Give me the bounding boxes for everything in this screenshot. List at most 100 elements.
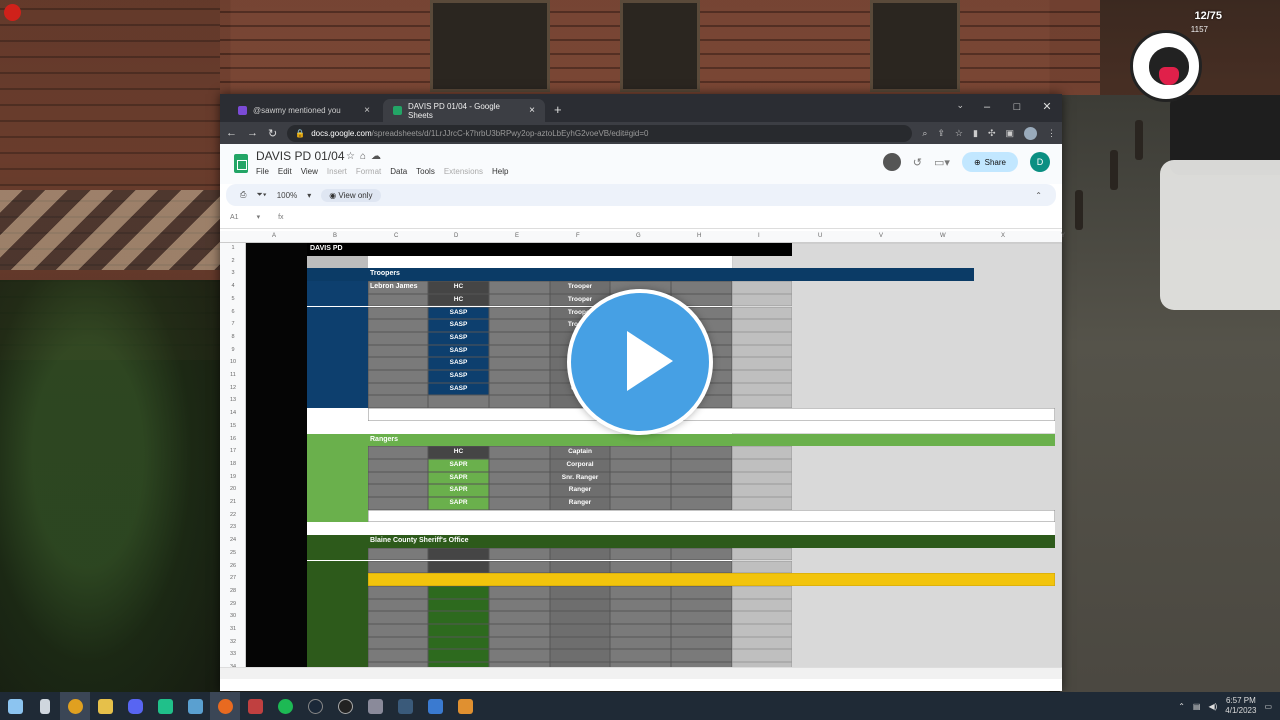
column-header[interactable]: Y <box>1061 233 1065 239</box>
column-header[interactable]: X <box>1001 233 1005 239</box>
row-number[interactable]: 29 <box>220 601 246 607</box>
firefox-taskbar-icon[interactable] <box>210 692 240 720</box>
app-icon[interactable] <box>420 692 450 720</box>
task-view-icon[interactable] <box>30 692 60 720</box>
horizontal-scrollbar[interactable] <box>220 667 1062 679</box>
profile-avatar[interactable] <box>1024 126 1037 140</box>
row-number[interactable]: 14 <box>220 410 246 416</box>
column-header[interactable]: F <box>576 233 580 239</box>
app-icon[interactable] <box>450 692 480 720</box>
column-header[interactable]: B <box>333 233 337 239</box>
row-number[interactable]: 12 <box>220 385 246 391</box>
name-box[interactable]: A1 <box>230 214 239 221</box>
clock[interactable]: 6:57 PM 4/1/2023 <box>1225 696 1256 716</box>
row-number[interactable]: 10 <box>220 359 246 365</box>
column-header[interactable]: G <box>636 233 641 239</box>
side-panel-icon[interactable]: ▣ <box>1005 128 1014 139</box>
row-number[interactable]: 30 <box>220 613 246 619</box>
column-header[interactable]: V <box>879 233 883 239</box>
move-icon[interactable]: ⌂ <box>360 151 371 162</box>
account-avatar[interactable]: D <box>1030 152 1050 172</box>
version-history-icon[interactable]: ↺ <box>913 156 922 169</box>
maximize-button[interactable]: □ <box>1002 94 1032 122</box>
row-number[interactable]: 20 <box>220 486 246 492</box>
bookmark-star-icon[interactable]: ☆ <box>955 128 963 139</box>
close-window-button[interactable]: ✕ <box>1032 94 1062 122</box>
filter-icon[interactable]: ⏷▾ <box>256 190 266 200</box>
row-number[interactable]: 31 <box>220 626 246 632</box>
row-number[interactable]: 3 <box>220 270 246 276</box>
steam-taskbar-icon[interactable] <box>300 692 330 720</box>
column-header[interactable]: A <box>272 233 276 239</box>
url-field[interactable]: 🔒 docs.google.com/spreadsheets/d/1LrJJrc… <box>287 124 913 142</box>
row-number[interactable]: 15 <box>220 423 246 429</box>
menu-data[interactable]: Data <box>390 167 407 176</box>
volume-icon[interactable]: ◀) <box>1208 702 1217 711</box>
row-number[interactable]: 9 <box>220 347 246 353</box>
row-number[interactable]: 2 <box>220 258 246 264</box>
notifications-icon[interactable]: ▭ <box>1264 702 1272 711</box>
column-header[interactable]: I <box>758 233 760 239</box>
share-button[interactable]: ⊕ Share <box>961 152 1018 172</box>
menu-help[interactable]: Help <box>492 167 508 176</box>
tray-chevron-icon[interactable]: ⌃ <box>1178 702 1185 711</box>
extensions-puzzle-icon[interactable]: ✣ <box>988 128 996 139</box>
windows-start-icon[interactable] <box>0 692 30 720</box>
chrome-taskbar-icon[interactable] <box>60 692 90 720</box>
menu-format[interactable]: Format <box>356 167 381 176</box>
row-number[interactable]: 4 <box>220 283 246 289</box>
collaborator-avatar[interactable] <box>882 153 901 171</box>
zoom-select[interactable]: 100% <box>277 191 297 200</box>
close-tab-icon[interactable]: × <box>529 105 535 116</box>
row-number[interactable]: 16 <box>220 436 246 442</box>
zoom-chevron-icon[interactable]: ▾ <box>307 191 311 200</box>
extension-icon[interactable]: ▮ <box>973 128 978 139</box>
document-title[interactable]: DAVIS PD 01/04 <box>256 149 345 163</box>
collapse-menu-icon[interactable]: ⌃ <box>1035 191 1042 200</box>
close-tab-icon[interactable]: × <box>364 105 370 116</box>
video-play-button[interactable] <box>567 289 713 435</box>
app-icon[interactable] <box>240 692 270 720</box>
row-number[interactable]: 33 <box>220 651 246 657</box>
row-number[interactable]: 25 <box>220 550 246 556</box>
discord-taskbar-icon[interactable] <box>120 692 150 720</box>
forward-button[interactable]: → <box>247 127 258 139</box>
row-number[interactable]: 18 <box>220 461 246 467</box>
column-header[interactable]: U <box>818 233 822 239</box>
row-number[interactable]: 22 <box>220 512 246 518</box>
row-number[interactable]: 21 <box>220 499 246 505</box>
new-tab-button[interactable]: + <box>554 102 562 117</box>
row-number[interactable]: 26 <box>220 563 246 569</box>
browser-menu-icon[interactable]: ⋮ <box>1047 128 1056 139</box>
back-button[interactable]: ← <box>226 127 237 139</box>
app-icon[interactable] <box>180 692 210 720</box>
menu-file[interactable]: File <box>256 167 269 176</box>
menu-view[interactable]: View <box>301 167 318 176</box>
row-number[interactable]: 28 <box>220 588 246 594</box>
app-icon[interactable] <box>330 692 360 720</box>
row-number[interactable]: 27 <box>220 575 246 581</box>
meet-icon[interactable]: ▭▾ <box>934 156 950 169</box>
zoom-icon[interactable]: ⌕ <box>922 128 927 139</box>
column-header[interactable]: W <box>940 233 946 239</box>
row-number[interactable]: 5 <box>220 296 246 302</box>
row-number[interactable]: 19 <box>220 474 246 480</box>
column-header[interactable]: D <box>454 233 458 239</box>
app-icon[interactable] <box>150 692 180 720</box>
app-icon[interactable] <box>360 692 390 720</box>
row-number[interactable]: 6 <box>220 309 246 315</box>
row-number[interactable]: 24 <box>220 537 246 543</box>
row-number[interactable]: 8 <box>220 334 246 340</box>
tab-discord[interactable]: @sawmy mentioned you × <box>228 99 380 122</box>
print-icon[interactable]: ⎙ <box>240 190 246 200</box>
row-number[interactable]: 11 <box>220 372 246 378</box>
minimize-button[interactable]: – <box>972 94 1002 122</box>
row-number[interactable]: 13 <box>220 397 246 403</box>
sheets-logo-icon[interactable] <box>234 154 248 173</box>
tab-google-sheets[interactable]: DAVIS PD 01/04 - Google Sheets × <box>383 99 545 122</box>
network-icon[interactable]: ▤ <box>1193 702 1201 711</box>
name-box-chevron-icon[interactable]: ▾ <box>257 213 261 221</box>
share-page-icon[interactable]: ⇪ <box>937 128 945 139</box>
tab-search-icon[interactable]: ⌄ <box>956 100 964 111</box>
menu-tools[interactable]: Tools <box>416 167 435 176</box>
